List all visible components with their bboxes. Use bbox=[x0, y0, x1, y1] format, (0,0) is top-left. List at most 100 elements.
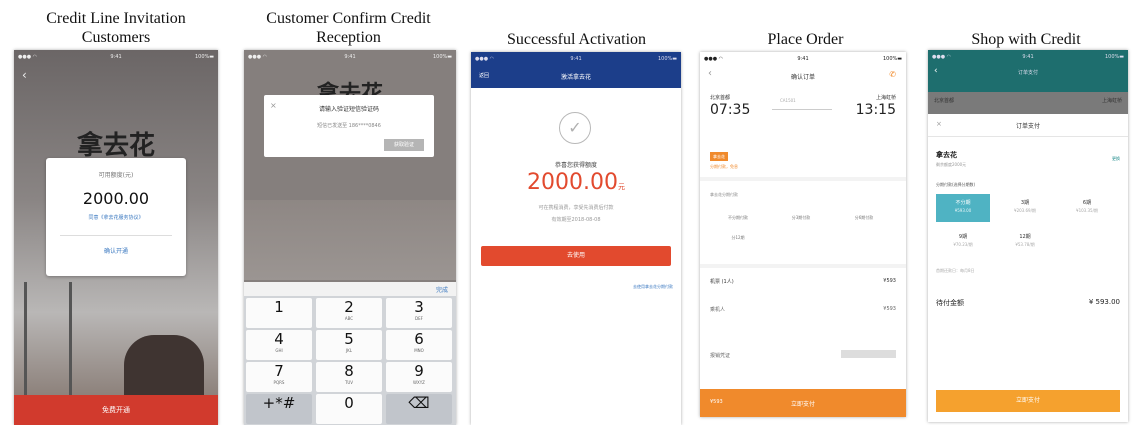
payment-sheet: × 订单支付 拿去花 剩余额度2000元 更换 分期付款(选择分期数) 不分期 ¥… bbox=[928, 114, 1128, 422]
order-plan-option[interactable]: 不分期付款 bbox=[710, 212, 766, 224]
keypad-key[interactable]: 7 PQRS bbox=[246, 362, 312, 392]
phone-call-icon[interactable]: ✆ bbox=[889, 70, 896, 79]
phone-activation: ●●● ◠ 9:41 100%▬ 返回 激活拿去花 ✓ 恭喜您获得额度 2000.0… bbox=[471, 52, 681, 425]
payment-method: 拿去花 bbox=[936, 151, 957, 159]
price-value: ¥593 bbox=[883, 278, 896, 284]
key-letters: GHI bbox=[275, 348, 283, 353]
nav-bar: ●●● ◠ 9:41 100%▬ 返回 激活拿去花 bbox=[471, 52, 681, 88]
keyboard: 完成 1 2 ABC 3 DEF 4 GHI 5 JKL 6 MNO 7 PQRS 8 TUV 9 WXYZ +*… bbox=[244, 282, 456, 425]
key-digit: 1 bbox=[274, 298, 284, 316]
plan-option-title: 12期 bbox=[1019, 234, 1031, 240]
dialog-sub: 短信已发送至 186****0846 bbox=[317, 123, 381, 129]
flight-no: CA1501 bbox=[780, 98, 796, 103]
keypad-key[interactable]: 3 DEF bbox=[386, 298, 452, 328]
order-plan-option[interactable]: 分3期付款 bbox=[773, 212, 829, 224]
keypad-key[interactable]: 6 MNO bbox=[386, 330, 452, 360]
plan-option-sub: ¥70.23/期 bbox=[953, 242, 973, 247]
arr-city: 上海虹桥 bbox=[875, 95, 896, 101]
plan-title: 分期付款(选择分期数) bbox=[936, 182, 976, 187]
dialog-close-icon[interactable]: × bbox=[270, 101, 277, 110]
keyboard-done[interactable]: 完成 bbox=[436, 285, 448, 294]
phone-shop: ●●● ◠ 9:41 100%▬ ‹ 订单支付 北京首都 上海虹桥 × 订单支付 拿… bbox=[928, 50, 1128, 422]
pay-now-button[interactable]: 立即支付 bbox=[700, 399, 906, 408]
key-digit: 0 bbox=[344, 394, 354, 412]
plan-option-title: 不分期 bbox=[955, 200, 971, 206]
step-shop: Shop with Credit ●●● ◠ 9:41 100%▬ ‹ 订单支付 北… bbox=[920, 0, 1132, 425]
keypad-key[interactable]: 5 JKL bbox=[316, 330, 382, 360]
terms-text[interactable]: 同意《拿去花服务协议》 bbox=[46, 214, 186, 221]
shop-plan-option[interactable]: 3期 ¥203.69/期 bbox=[998, 194, 1052, 222]
plan-option-sub: ¥203.69/期 bbox=[1014, 208, 1036, 213]
brand-title: 拿去花 bbox=[76, 131, 155, 161]
phone-invitation: ●●● ◠ 9:41 100%▬ ‹ 拿去花 可用额度(元) 2000.00 同意《… bbox=[14, 50, 218, 425]
passenger-label: 乘机人 bbox=[710, 307, 726, 313]
keypad-key[interactable]: 0 bbox=[316, 394, 382, 424]
pay-now-button[interactable]: 立即支付 bbox=[936, 390, 1120, 412]
key-letters: WXYZ bbox=[413, 380, 425, 385]
activation-desc: 可在携程消费，享受先消费后付款 bbox=[538, 205, 614, 211]
sheet-divider bbox=[928, 136, 1128, 137]
credit-amount: 2000.00 bbox=[82, 189, 150, 208]
key-digit: 5 bbox=[344, 330, 354, 348]
key-letters: TUV bbox=[344, 380, 354, 385]
plan-option-sub: ¥103.35/期 bbox=[1076, 208, 1098, 213]
step-activation: Successful Activation ●●● ◠ 9:41 100%▬ 返回 … bbox=[464, 0, 689, 425]
change-method-link[interactable]: 更换 bbox=[1112, 156, 1120, 162]
shop-plan-option[interactable]: 不分期 ¥593.00 bbox=[936, 194, 990, 222]
back-icon[interactable]: ‹ bbox=[22, 68, 27, 82]
dep-time: 07:35 bbox=[710, 102, 751, 118]
shop-header: ●●● ◠ 9:41 100%▬ ‹ 订单支付 bbox=[928, 50, 1128, 92]
plan-option-title: 6期 bbox=[1082, 200, 1092, 206]
dialog-title: 请输入验证短信验证码 bbox=[318, 106, 379, 113]
keypad-key[interactable]: +*# bbox=[246, 394, 312, 424]
order-plan-option[interactable]: 分12期 bbox=[710, 232, 766, 244]
key-letters: PQRS bbox=[273, 380, 285, 385]
nav-title: 激活拿去花 bbox=[560, 74, 591, 81]
installment-section: 拿去花分期付款 bbox=[710, 192, 738, 197]
remark-field[interactable] bbox=[841, 350, 896, 358]
people-graphic bbox=[124, 335, 204, 395]
credit-tag-note: 分期付款，免息 bbox=[710, 164, 738, 169]
dep-city: 北京首都 bbox=[710, 95, 731, 101]
order-plan-option[interactable]: 分6期付款 bbox=[836, 212, 892, 224]
key-digit: 4 bbox=[274, 330, 284, 348]
shop-plan-option[interactable]: 9期 ¥70.23/期 bbox=[936, 228, 990, 256]
key-digit: 8 bbox=[344, 362, 354, 380]
key-digit: 3 bbox=[414, 298, 424, 316]
plan-note: 首期还款日：每月8日 bbox=[936, 268, 975, 273]
keypad-key[interactable]: 8 TUV bbox=[316, 362, 382, 392]
shop-plan-option[interactable]: 12期 ¥53.78/期 bbox=[998, 228, 1052, 256]
key-letters: JKL bbox=[345, 348, 353, 353]
shop-plan-option[interactable]: 6期 ¥103.35/期 bbox=[1060, 194, 1114, 222]
divider bbox=[700, 264, 906, 268]
keyboard-bar: 完成 bbox=[244, 282, 456, 296]
keypad-key[interactable]: ⌫ bbox=[386, 394, 452, 424]
installment-link[interactable]: 去使用拿去花分期付款 bbox=[633, 284, 673, 290]
credit-tag: 拿去花 bbox=[710, 152, 728, 161]
keypad-key[interactable]: 2 ABC bbox=[316, 298, 382, 328]
open-link[interactable]: 确认开通 bbox=[46, 246, 186, 255]
keypad-key[interactable]: 1 bbox=[246, 298, 312, 328]
keypad-key[interactable]: 9 WXYZ bbox=[386, 362, 452, 392]
key-digit: 2 bbox=[344, 298, 354, 316]
use-now-button[interactable]: 去使用 bbox=[481, 246, 671, 266]
price-label: 机票 (1人) bbox=[710, 279, 734, 285]
step-order: Place Order ●●● ◠ 9:41 100%▬ ‹ 确认订单 ✆ 北京首都… bbox=[693, 0, 918, 425]
key-digit: 6 bbox=[414, 330, 424, 348]
dialog-button[interactable]: 获取验证 bbox=[384, 139, 424, 151]
phone-order: ●●● ◠ 9:41 100%▬ ‹ 确认订单 ✆ 北京首都 07:35 CA150… bbox=[700, 52, 906, 417]
card-label: 可用额度(元) bbox=[98, 172, 134, 179]
phone-confirm: ●●● ◠9:41100%▬ 拿去花 × 请输入验证短信验证码 短信已发送至 1… bbox=[244, 50, 456, 425]
total-label: 待付金额 bbox=[936, 299, 964, 307]
plan-option-sub: ¥593.00 bbox=[954, 208, 972, 213]
key-letters: DEF bbox=[415, 316, 423, 321]
keypad-key[interactable]: 4 GHI bbox=[246, 330, 312, 360]
step-confirm: Customer Confirm Credit Reception ●●● ◠ 9… bbox=[236, 0, 461, 425]
key-letters: ABC bbox=[344, 316, 354, 321]
activation-validity: 有效期至2018-08-08 bbox=[551, 217, 601, 223]
bridge-graphic bbox=[24, 282, 72, 397]
key-digit: 7 bbox=[274, 362, 284, 380]
activate-free-button[interactable]: 免费开通 bbox=[14, 395, 218, 425]
key-digit: +*# bbox=[262, 394, 296, 412]
installment-plans: 不分期付款 分3期付款 分6期付款分12期 bbox=[710, 212, 896, 252]
